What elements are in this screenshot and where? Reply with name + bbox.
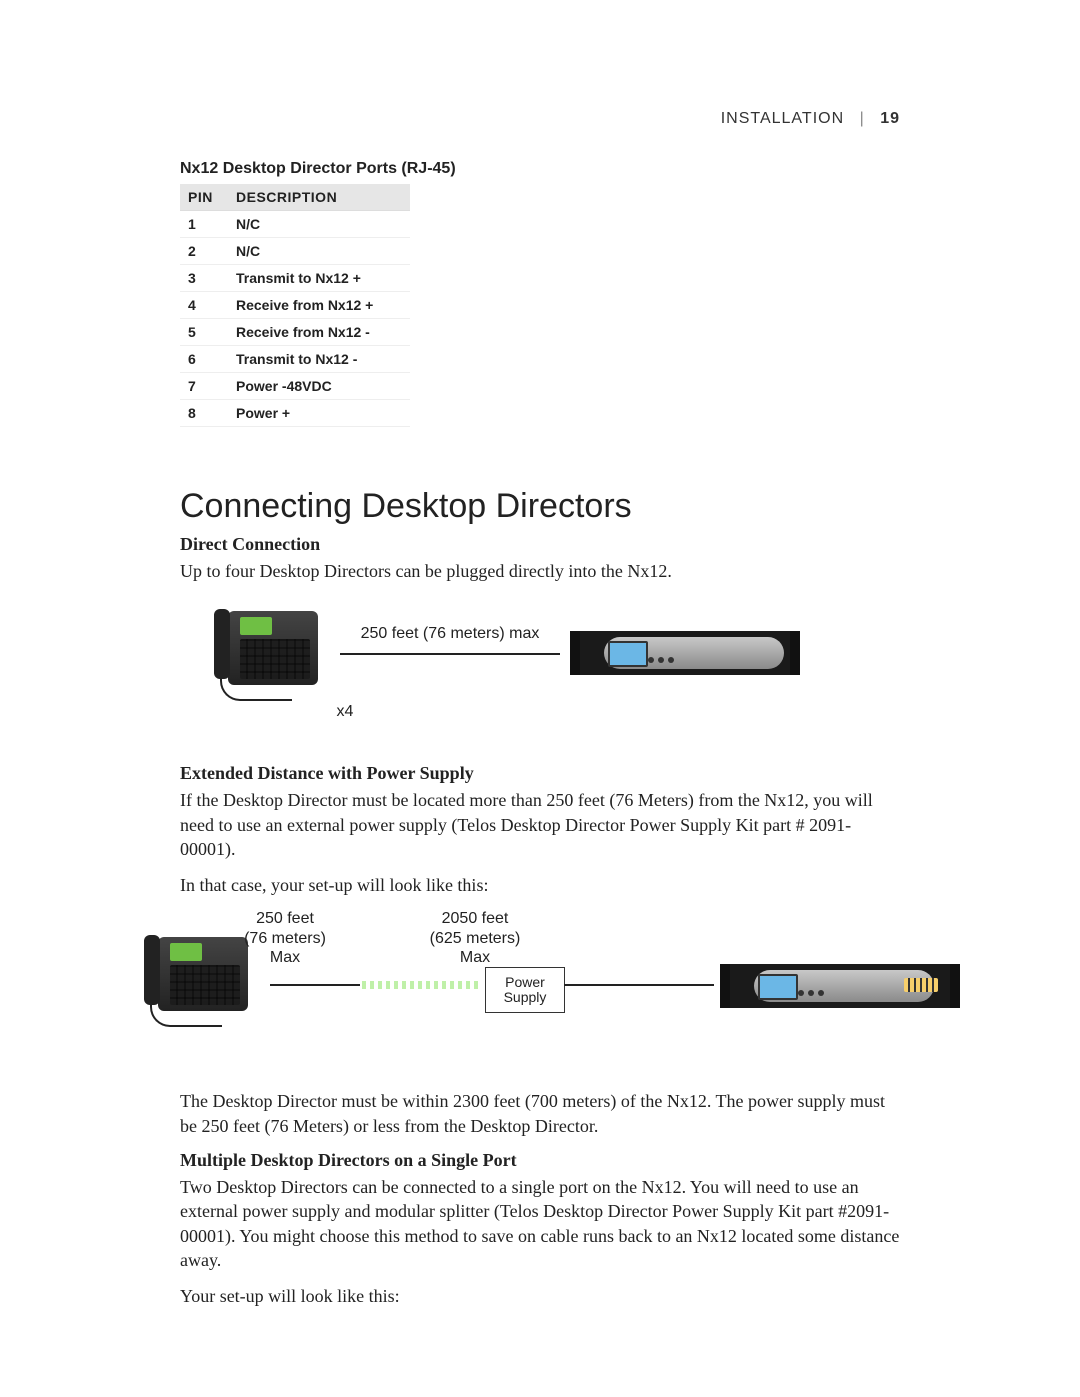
diagram-direct-connection: 250 feet (76 meters) max x4 (200, 603, 900, 733)
multi-port-heading: Multiple Desktop Directors on a Single P… (180, 1150, 900, 1171)
extended-distance-heading: Extended Distance with Power Supply (180, 763, 900, 784)
after-d2-p1: The Desktop Director must be within 2300… (180, 1089, 900, 1138)
cable-line (340, 653, 560, 655)
table-row: 1N/C (180, 211, 410, 238)
diagram2-left-label: 250 feet (76 meters) Max (220, 909, 350, 967)
table-row: 5Receive from Nx12 - (180, 319, 410, 346)
content: Nx12 Desktop Director Ports (RJ-45) Pin … (180, 160, 900, 1309)
direct-connection-heading: Direct Connection (180, 534, 900, 555)
diagram1-distance-label: 250 feet (76 meters) max (350, 625, 550, 643)
header-divider: | (860, 110, 865, 128)
rack-unit-icon (720, 964, 960, 1008)
header-page-number: 19 (880, 110, 900, 127)
section-heading: Connecting Desktop Directors (180, 487, 900, 526)
cable-dotted (362, 981, 482, 989)
rack-unit-icon (570, 631, 800, 675)
table-row: 4Receive from Nx12 + (180, 292, 410, 319)
table-row: 3Transmit to Nx12 + (180, 265, 410, 292)
page: INSTALLATION | 19 Nx12 Desktop Director … (0, 0, 1080, 1397)
pin-table-col-desc: Description (228, 184, 410, 211)
pin-table-col-pin: Pin (180, 184, 228, 211)
pin-table: Pin Description 1N/C 2N/C 3Transmit to N… (180, 184, 410, 427)
extended-p2: In that case, your set-up will look like… (180, 873, 900, 897)
header-section: INSTALLATION (721, 110, 844, 127)
diagram-extended-distance: 250 feet (76 meters) Max 2050 feet (625 … (130, 909, 950, 1049)
direct-connection-paragraph: Up to four Desktop Directors can be plug… (180, 559, 900, 583)
extended-p1: If the Desktop Director must be located … (180, 788, 900, 861)
multi-p1: Two Desktop Directors can be connected t… (180, 1175, 900, 1272)
cable-line (270, 984, 360, 986)
table-row: 2N/C (180, 238, 410, 265)
power-supply-box: Power Supply (485, 967, 565, 1013)
phone-icon (200, 603, 330, 703)
pin-table-title: Nx12 Desktop Director Ports (RJ-45) (180, 160, 900, 178)
table-row: 6Transmit to Nx12 - (180, 346, 410, 373)
diagram2-right-label: 2050 feet (625 meters) Max (410, 909, 540, 967)
table-row: 7Power -48VDC (180, 373, 410, 400)
multi-p2: Your set-up will look like this: (180, 1284, 900, 1308)
page-header: INSTALLATION | 19 (721, 110, 900, 128)
table-row: 8Power + (180, 400, 410, 427)
cable-line (564, 984, 714, 986)
diagram1-count-label: x4 (330, 703, 360, 721)
